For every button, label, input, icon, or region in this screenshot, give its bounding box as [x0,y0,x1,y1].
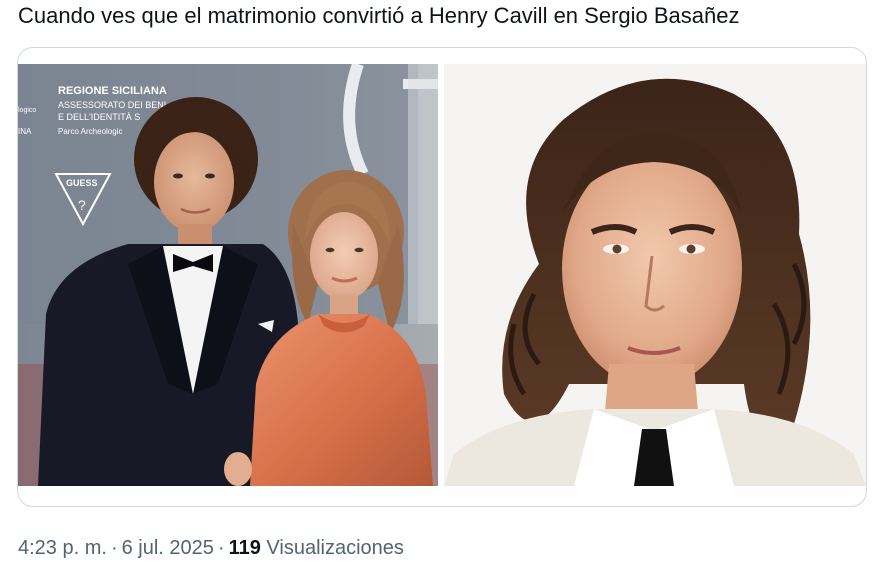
left-photo-image: REGIONE SICILIANA ASSESSORATO DEI BENI E… [18,64,438,486]
backdrop-side-text1: logico [18,107,36,114]
backdrop-text-line2: ASSESSORATO DEI BENI [58,100,166,110]
tweet-date[interactable]: 6 jul. 2025 [122,537,214,559]
views-label[interactable]: Visualizaciones [266,537,404,559]
left-photo[interactable]: REGIONE SICILIANA ASSESSORATO DEI BENI E… [18,64,438,486]
backdrop-text-line1: REGIONE SICILIANA [58,85,167,97]
backdrop-side-text2: INA [18,127,32,136]
views-count[interactable]: 119 [229,537,261,559]
svg-text:GUESS: GUESS [66,178,98,188]
meta-separator: · [110,537,118,559]
meta-separator: · [217,537,225,559]
backdrop-text-line3: E DELL'IDENTITÀ S [58,112,140,122]
svg-text:?: ? [78,197,86,213]
media-card[interactable]: REGIONE SICILIANA ASSESSORATO DEI BENI E… [17,47,867,507]
backdrop-text-line4: Parco Archeologic [58,127,122,136]
tweet-time[interactable]: 4:23 p. m. [18,537,107,559]
right-photo[interactable] [444,64,866,486]
tweet-text: Cuando ves que el matrimonio convirtió a… [18,3,740,28]
right-photo-image [444,64,866,486]
tweet-meta: 4:23 p. m. · 6 jul. 2025 · 119 Visualizacion… [18,536,404,560]
